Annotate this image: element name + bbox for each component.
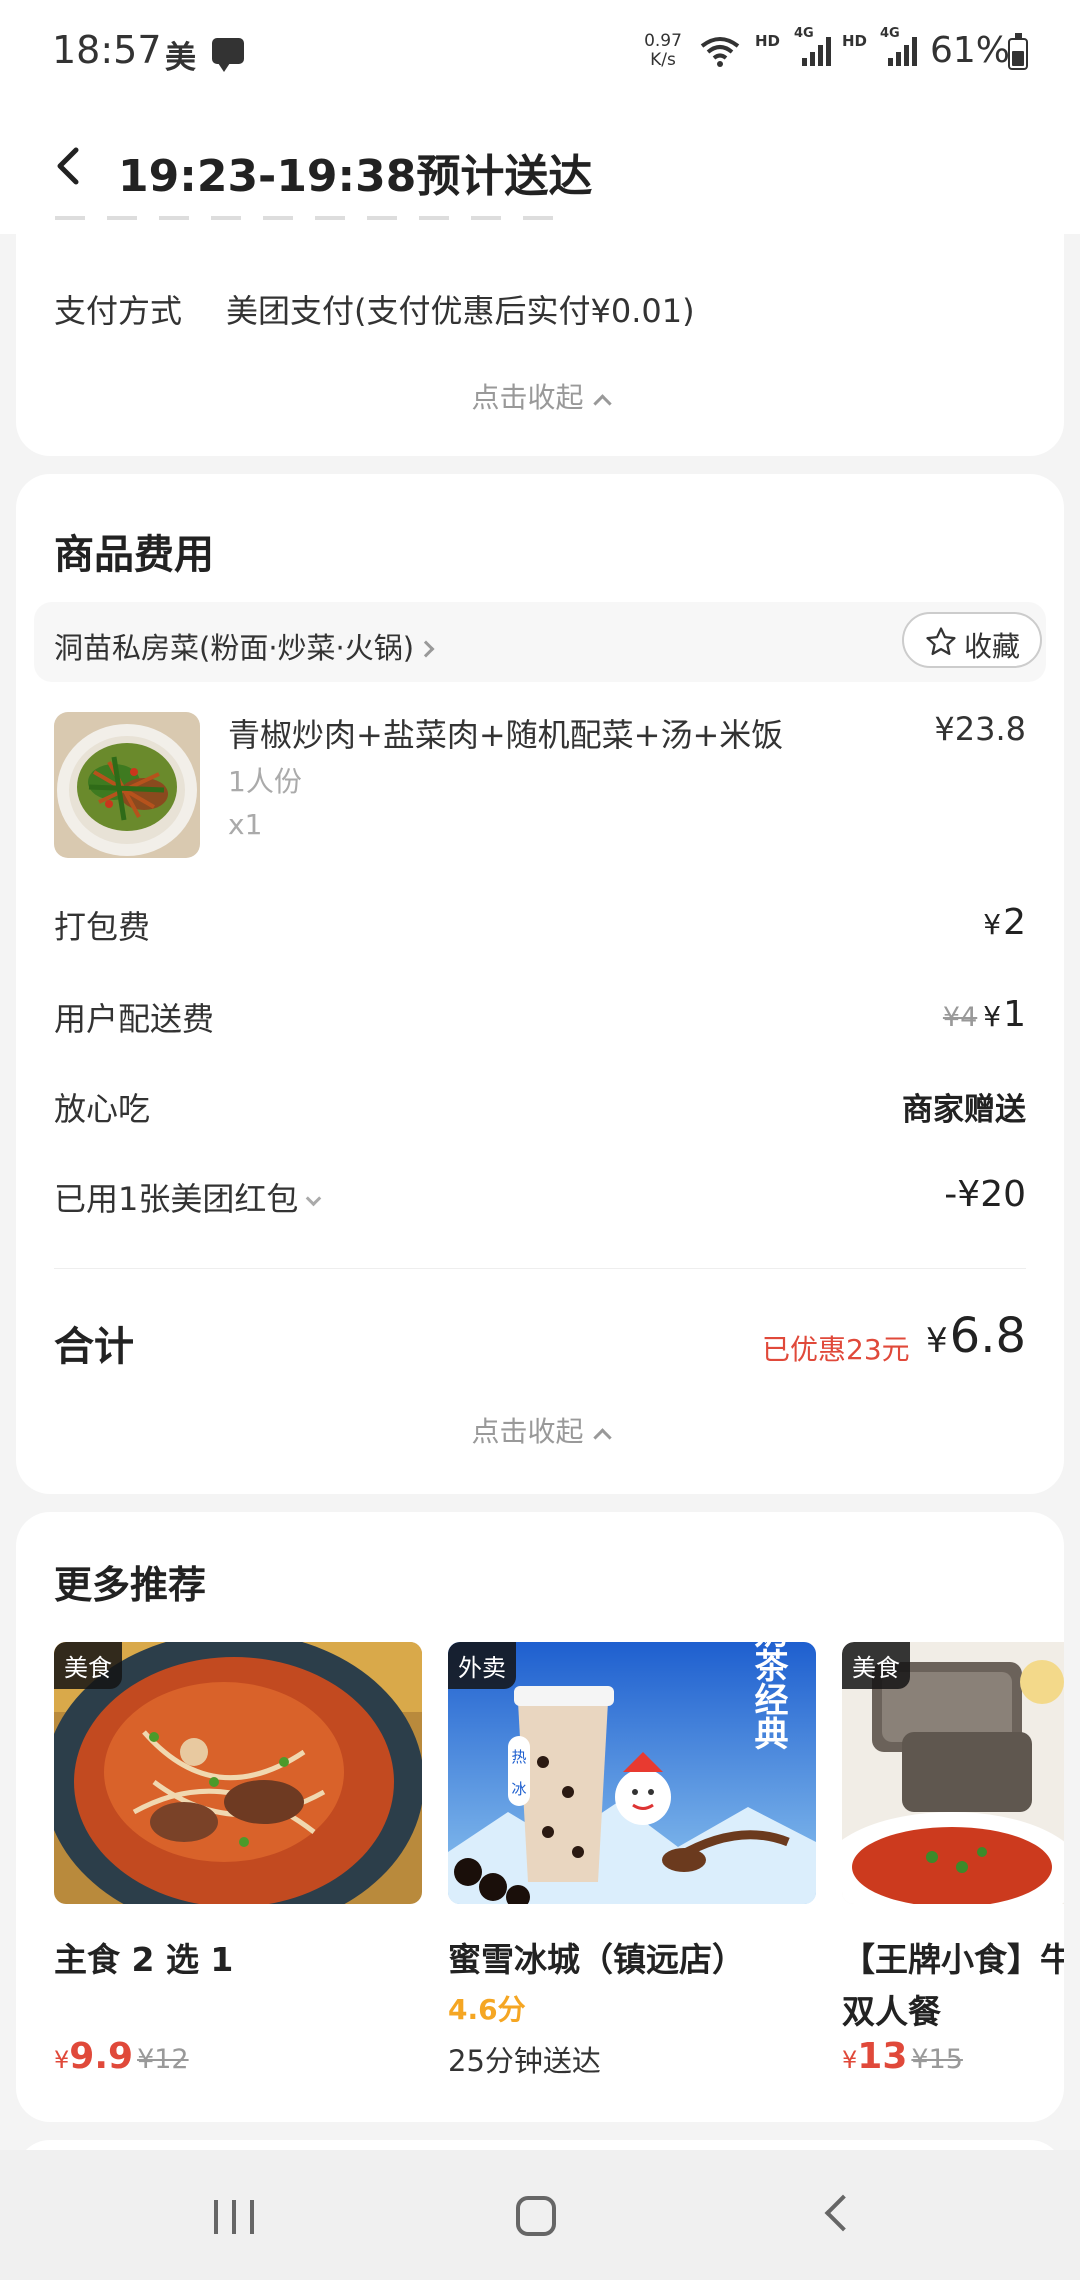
network-speed: 0.97 K/s (638, 32, 688, 70)
delivery-fee-value: ¥4 ¥1 (943, 994, 1026, 1035)
recents-icon[interactable] (214, 2200, 256, 2234)
delivery-fee-amount: 1 (1003, 994, 1026, 1035)
page-title: 19:23-19:38预计送达 (118, 151, 593, 202)
recommend-image[interactable]: 热 冰 奶茶经典 外卖 (448, 1642, 816, 1904)
coupon-value: -¥20 (944, 1174, 1026, 1215)
price-yen: ¥ (54, 2046, 70, 2074)
dish-image[interactable] (54, 712, 200, 858)
signal-icon-2 (888, 37, 917, 66)
payment-method-label: 支付方式 (54, 292, 183, 330)
home-icon[interactable] (516, 2196, 556, 2236)
safe-eat-label: 放心吃 (54, 1090, 151, 1128)
recommend-tag: 美食 (842, 1642, 910, 1689)
price-current: 9.9 (69, 2036, 134, 2077)
recommend-name: 【王牌小食】牛 双人餐 (842, 1934, 1064, 2038)
total-yen: ¥ (926, 1321, 948, 1361)
item-spec: 1人份 (228, 765, 302, 798)
dish-photo (54, 712, 200, 858)
recommend-image[interactable]: 美食 (842, 1642, 1064, 1904)
hd-indicator: HD (755, 32, 781, 50)
app-header: 19:23-19:38预计送达 (0, 110, 1080, 216)
collapse-label-2: 点击收起 (471, 1415, 584, 1448)
recommend-name: 主食 2 选 1 (54, 1940, 234, 1979)
recommend-score: 4.6分 (448, 1993, 526, 2026)
collapse-label: 点击收起 (471, 381, 584, 414)
divider (54, 1268, 1026, 1269)
total-discount: 已优惠23元 (762, 1333, 910, 1366)
goods-cost-card: 商品费用 洞苗私房菜(粉面·炒菜·火锅) 收藏 青椒炒肉+盐菜肉+随机配菜+汤+… (16, 474, 1064, 1494)
signal-icon (802, 37, 831, 66)
packing-fee-value: ¥2 (983, 902, 1026, 943)
recommend-eta: 25分钟送达 (448, 2044, 601, 2078)
message-icon (212, 38, 244, 72)
price-current: 13 (857, 2036, 908, 2077)
packing-fee-amount: 2 (1003, 902, 1026, 943)
recommend-name-line1: 【王牌小食】牛 (842, 1940, 1064, 1979)
recommend-image[interactable]: 美食 (54, 1642, 422, 1904)
wifi-icon (700, 37, 740, 67)
battery-icon (1008, 33, 1028, 70)
collapse-button[interactable]: 点击收起 (16, 376, 1064, 416)
star-icon (926, 627, 956, 656)
packing-fee-yen: ¥ (983, 908, 1002, 941)
delivery-fee-yen: ¥ (983, 1000, 1002, 1033)
status-bar: 18:57 美 0.97 K/s HD 4G HD 4G 61% (0, 0, 1080, 110)
price-yen: ¥ (842, 2046, 858, 2074)
shop-name-text: 洞苗私房菜(粉面·炒菜·火锅) (54, 631, 415, 665)
recommend-tag: 外卖 (448, 1642, 516, 1689)
recommend-name-line2: 双人餐 (842, 1992, 941, 2031)
coupon-label-text: 已用1张美团红包 (54, 1180, 299, 1218)
price-original: ¥12 (137, 2044, 189, 2075)
recommend-price: ¥13 ¥15 (842, 2036, 963, 2077)
safe-eat-value: 商家赠送 (902, 1092, 1026, 1128)
item-price: ¥23.8 (934, 710, 1026, 748)
packing-fee-label: 打包费 (54, 908, 151, 946)
item-name: 青椒炒肉+盐菜肉+随机配菜+汤+米饭 (228, 716, 784, 754)
order-info-card: 支付方式 美团支付(支付优惠后实付¥0.01) 点击收起 (16, 216, 1064, 456)
chevron-up-icon-2 (592, 1428, 612, 1447)
status-time: 18:57 (52, 28, 162, 72)
network-speed-unit: K/s (650, 50, 676, 70)
recommend-scroller[interactable]: 美食 主食 2 选 1 ¥9.9 ¥12 热 冰 奶茶经典 外卖 蜜雪冰城（镇远… (16, 1512, 1064, 2122)
favorite-label: 收藏 (964, 630, 1021, 663)
chevron-right-icon (417, 640, 435, 658)
coupon-row[interactable]: 已用1张美团红包 -¥20 (54, 1174, 1026, 1224)
poster-ice: 冰 (511, 1780, 526, 1798)
coupon-label[interactable]: 已用1张美团红包 (54, 1174, 322, 1220)
recommend-price: ¥9.9 ¥12 (54, 2036, 189, 2077)
back-arrow-icon[interactable] (50, 146, 90, 186)
total-amount: 6.8 (949, 1308, 1026, 1364)
recommend-name: 蜜雪冰城（镇远店） (448, 1940, 745, 1979)
favorite-button[interactable]: 收藏 (902, 612, 1042, 668)
packing-fee-row: 打包费 ¥2 (54, 902, 1026, 952)
network-speed-value: 0.97 (644, 31, 682, 51)
system-nav-bar (0, 2150, 1080, 2280)
total-label: 合计 (54, 1324, 134, 1370)
chevron-up-icon (592, 394, 612, 413)
total-value: ¥6.8 (926, 1308, 1026, 1364)
shop-bar[interactable]: 洞苗私房菜(粉面·炒菜·火锅) 收藏 (34, 602, 1046, 682)
poster-hot: 热 (511, 1748, 526, 1766)
collapse-button-2[interactable]: 点击收起 (16, 1410, 1064, 1450)
item-quantity: x1 (228, 808, 263, 841)
payment-method-value: 美团支付(支付优惠后实付¥0.01) (226, 292, 695, 330)
chevron-down-icon (306, 1190, 322, 1207)
price-original: ¥15 (911, 2044, 963, 2075)
delivery-fee-original: ¥4 (942, 1002, 978, 1033)
delivery-fee-row: 用户配送费 ¥4 ¥1 (54, 994, 1026, 1044)
nav-back-icon[interactable] (824, 2194, 862, 2232)
safe-eat-row: 放心吃 商家赠送 (54, 1084, 1026, 1134)
meituan-notification-icon: 美 (165, 40, 196, 76)
goods-section-title: 商品费用 (54, 532, 214, 578)
battery-percent: 61% (930, 30, 1011, 71)
delivery-fee-label: 用户配送费 (54, 1000, 215, 1038)
shop-name[interactable]: 洞苗私房菜(粉面·炒菜·火锅) (54, 625, 435, 667)
recommend-card: 更多推荐 美食 主食 2 选 1 ¥9.9 ¥12 热 冰 奶茶经典 外卖 蜜雪… (16, 1512, 1064, 2122)
recommend-tag: 美食 (54, 1642, 122, 1689)
hd-indicator-2: HD (842, 32, 868, 50)
clipped-row (0, 216, 1080, 234)
poster-title: 奶茶经典 (748, 1642, 788, 1750)
